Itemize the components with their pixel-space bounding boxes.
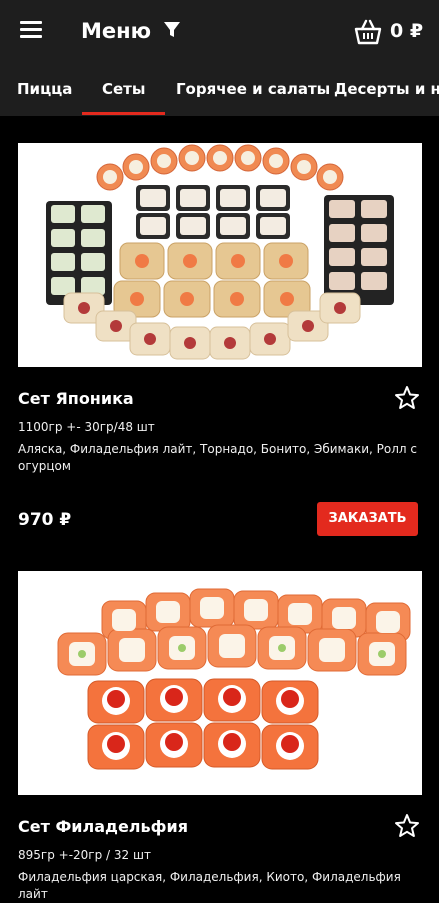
product-description: Аляска, Филадельфия лайт, Торнадо, Бонит… [18,442,417,473]
star-favorite-icon[interactable] [394,813,420,839]
product-name: Сет Японика [18,389,134,408]
cart-total: 0 ₽ [390,20,424,42]
product-description: Филадельфия царская, Филадельфия, Киото,… [18,870,401,901]
tab-sets[interactable]: Сеты [81,64,167,116]
order-button[interactable]: ЗАКАЗАТЬ [317,502,418,536]
product-name: Сет Филадельфия [18,817,188,836]
shopping-basket-icon [354,19,382,45]
tab-pizza[interactable]: Пицца [17,64,72,116]
product-card: Сет Филадельфия 895гр +-20гр / 32 шт Фил… [18,571,422,901]
tab-desserts-and-drinks[interactable]: Десерты и нап [334,64,439,116]
product-price: 970 ₽ [18,510,72,530]
page-title: Меню [81,19,152,43]
tab-hot-and-salads[interactable]: Горячее и салаты [176,64,330,116]
star-favorite-icon[interactable] [394,385,420,411]
category-tabs: Пицца Сеты Горячее и салаты Десерты и на… [0,64,439,116]
product-image-set-philadelphia[interactable] [18,571,422,795]
filter-icon[interactable] [163,20,181,40]
hamburger-menu-icon[interactable] [20,20,44,40]
product-weight: 895гр +-20гр / 32 шт [18,848,151,862]
product-card: Сет Японика 1100гр +- 30гр/48 шт Аляска,… [18,143,422,543]
app-bar: Меню 0 ₽ [0,0,439,64]
product-image-set-japonika[interactable] [18,143,422,367]
product-weight: 1100гр +- 30гр/48 шт [18,420,155,434]
